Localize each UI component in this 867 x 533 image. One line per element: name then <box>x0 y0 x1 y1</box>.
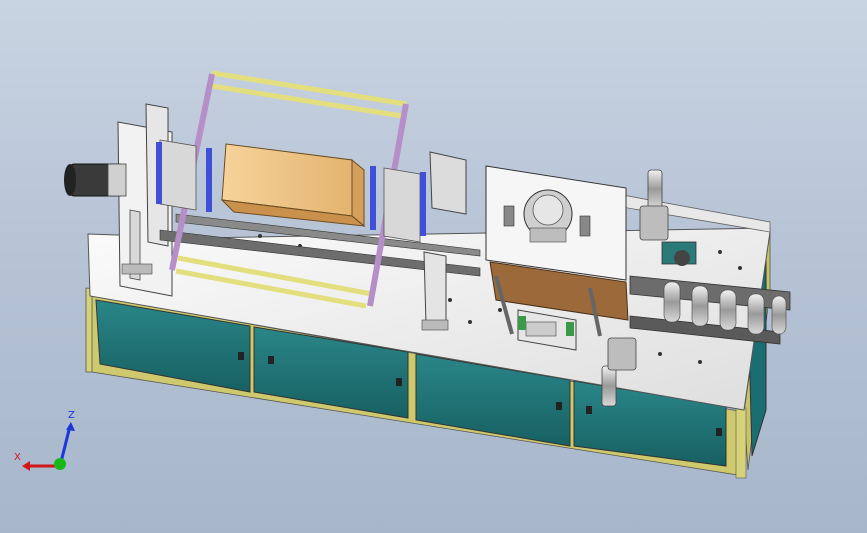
product-box <box>220 143 366 228</box>
z-axis-label: Z <box>68 410 75 421</box>
door-handle-icon <box>238 352 244 360</box>
y-axis-ball <box>54 458 66 470</box>
cad-viewport[interactable]: X Z <box>0 0 867 533</box>
x-axis-label: X <box>14 452 21 463</box>
axis-triad-icon <box>22 422 75 471</box>
servo-motor <box>64 163 127 197</box>
machine-model[interactable] <box>0 0 867 533</box>
orientation-triad[interactable]: X Z <box>12 410 82 478</box>
